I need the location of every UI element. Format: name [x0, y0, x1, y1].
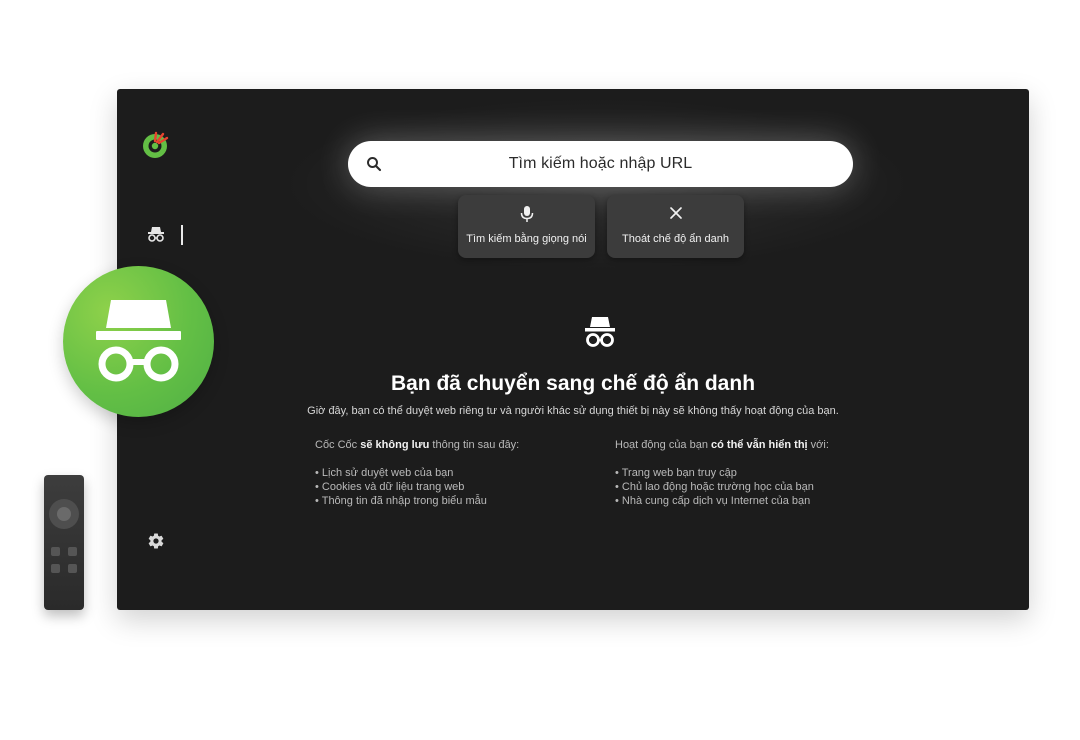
- list-item: Chủ lao động hoặc trường học của bạn: [615, 480, 905, 494]
- tv-screen: Tìm kiếm hoặc nhập URL Tìm kiếm bằng giọ…: [117, 89, 1029, 610]
- incognito-icon: [96, 300, 181, 382]
- heading-prefix: Cốc Cốc: [315, 439, 361, 451]
- heading-prefix: Hoạt động của bạn: [615, 439, 712, 451]
- incognito-badge: [63, 266, 214, 417]
- still-visible-column: Hoạt động của bạn có thể vẫn hiển thị vớ…: [615, 439, 905, 508]
- still-visible-list: Trang web bạn truy cập Chủ lao động hoặc…: [615, 466, 905, 508]
- focus-indicator: [181, 225, 183, 245]
- remote-dpad: [49, 499, 79, 529]
- not-saved-heading: Cốc Cốc sẽ không lưu thông tin sau đây:: [315, 439, 605, 451]
- list-item: Nhà cung cấp dịch vụ Internet của bạn: [615, 494, 905, 508]
- heading-suffix: với:: [807, 439, 829, 451]
- exit-incognito-button[interactable]: Thoát chế độ ẩn danh: [607, 195, 744, 258]
- voice-search-button[interactable]: Tìm kiếm bằng giọng nói: [458, 195, 595, 258]
- list-item: Trang web bạn truy cập: [615, 466, 905, 480]
- page-title: Bạn đã chuyển sang chế độ ẩn danh: [390, 372, 756, 395]
- microphone-icon: [458, 205, 595, 223]
- remote-button: [51, 547, 60, 556]
- remote-button: [51, 564, 60, 573]
- page-subtitle: Giờ đây, bạn có thể duyệt web riêng tư v…: [307, 405, 839, 417]
- close-icon: [607, 205, 744, 223]
- not-saved-list: Lịch sử duyệt web của bạn Cookies và dữ …: [315, 466, 605, 508]
- voice-search-label: Tìm kiếm bằng giọng nói: [466, 233, 587, 245]
- heading-suffix: thông tin sau đây:: [429, 439, 520, 451]
- list-item: Thông tin đã nhập trong biểu mẫu: [315, 494, 605, 508]
- search-input[interactable]: Tìm kiếm hoặc nhập URL: [348, 141, 853, 187]
- coccoc-logo-icon[interactable]: [141, 130, 171, 160]
- exit-incognito-label: Thoát chế độ ẩn danh: [621, 233, 730, 245]
- heading-emphasis: sẽ không lưu: [360, 439, 430, 451]
- remote-button: [68, 564, 77, 573]
- heading-emphasis: có thể vẫn hiển thị: [711, 439, 808, 451]
- promo-stage: Tìm kiếm hoặc nhập URL Tìm kiếm bằng giọ…: [0, 0, 1080, 740]
- list-item: Cookies và dữ liệu trang web: [315, 480, 605, 494]
- list-item: Lịch sử duyệt web của bạn: [315, 466, 605, 480]
- not-saved-column: Cốc Cốc sẽ không lưu thông tin sau đây: …: [315, 439, 605, 508]
- remote-button: [68, 547, 77, 556]
- search-placeholder: Tìm kiếm hoặc nhập URL: [508, 155, 693, 172]
- tv-remote: [44, 475, 84, 610]
- incognito-icon[interactable]: [147, 226, 165, 242]
- still-visible-heading: Hoạt động của bạn có thể vẫn hiển thị vớ…: [615, 439, 905, 451]
- incognito-icon: [583, 315, 617, 349]
- gear-icon[interactable]: [147, 532, 165, 550]
